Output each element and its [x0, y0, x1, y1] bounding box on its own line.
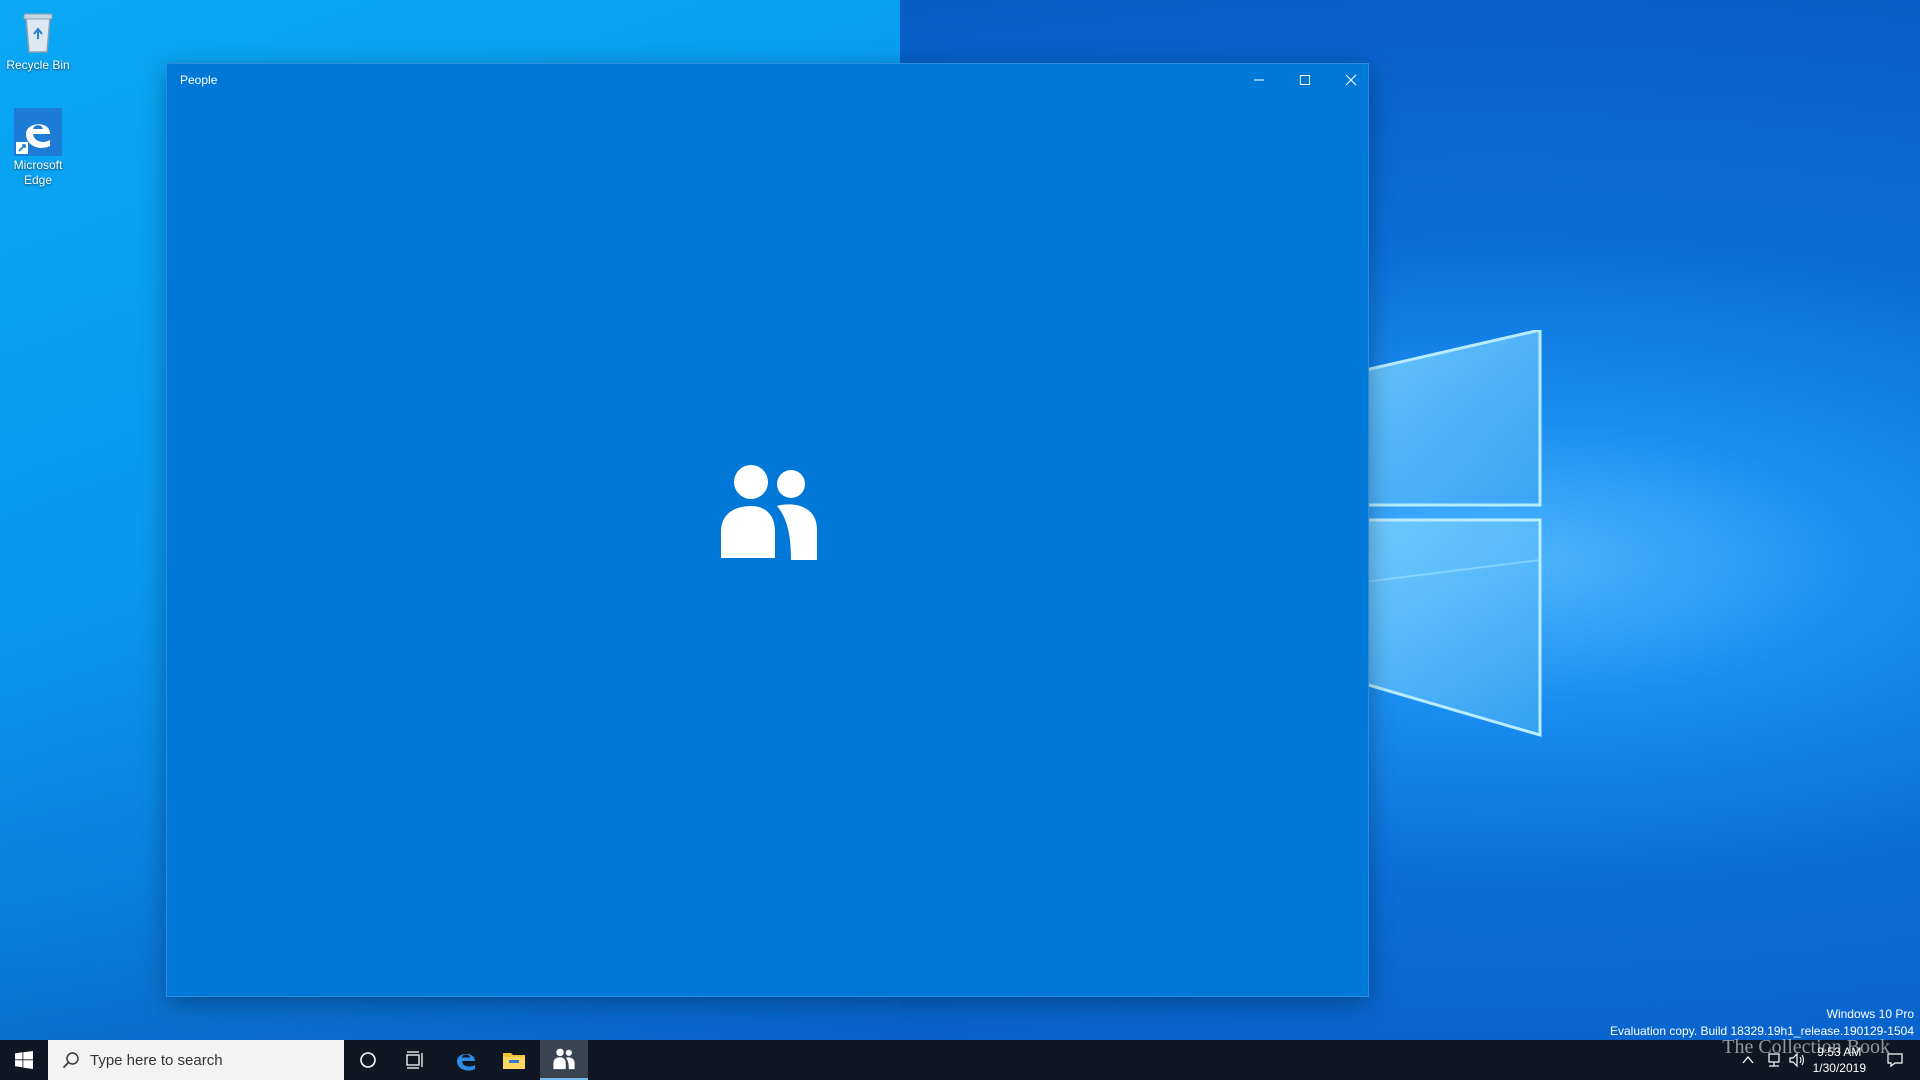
recycle-bin-icon: [14, 8, 62, 56]
minimize-icon: [1254, 79, 1264, 81]
desktop-icon-microsoft-edge[interactable]: Microsoft Edge: [0, 108, 76, 188]
search-icon: [62, 1052, 79, 1069]
people-app-window[interactable]: People: [167, 64, 1368, 996]
file-explorer-icon: [503, 1053, 525, 1069]
overlay-text: The Collection Book: [1722, 1036, 1890, 1058]
edition-text: Windows 10 Pro: [1826, 1007, 1914, 1021]
maximize-icon: [1300, 75, 1310, 85]
taskbar-edge-button[interactable]: [442, 1040, 490, 1080]
desktop-icon-label: Microsoft Edge: [13, 158, 63, 187]
window-title: People: [180, 73, 218, 87]
search-placeholder: Type here to search: [90, 1051, 223, 1069]
desktop-icon-label: Recycle Bin: [6, 58, 70, 72]
cortana-button[interactable]: [344, 1040, 392, 1080]
titlebar[interactable]: People: [167, 64, 1368, 96]
taskbar-people-button[interactable]: [540, 1040, 588, 1080]
maximize-button[interactable]: [1282, 64, 1328, 96]
people-icon: [719, 465, 817, 562]
evaluation-watermark: Windows 10 Pro Evaluation copy. Build 18…: [1610, 1006, 1914, 1040]
start-button[interactable]: [0, 1040, 48, 1080]
windows-start-icon: [15, 1051, 33, 1069]
people-icon: [553, 1048, 575, 1070]
close-icon: [1345, 74, 1357, 86]
overlay-watermark: The Collection Book: [1722, 1036, 1890, 1059]
edge-icon: [14, 108, 62, 156]
task-view-button[interactable]: [392, 1040, 440, 1080]
file-explorer-button[interactable]: [490, 1040, 538, 1080]
clock-date: 1/30/2019: [1812, 1061, 1866, 1075]
cortana-icon: [360, 1052, 376, 1068]
desktop-icon-recycle-bin[interactable]: Recycle Bin: [0, 8, 76, 73]
taskbar-search-box[interactable]: Type here to search: [48, 1040, 344, 1080]
minimize-button[interactable]: [1236, 64, 1282, 96]
edge-icon: [457, 1053, 475, 1071]
taskbar: Type here to search 9:53 AM 1/30/2019: [0, 1040, 1920, 1080]
close-button[interactable]: [1328, 64, 1374, 96]
task-view-icon: [406, 1051, 423, 1069]
